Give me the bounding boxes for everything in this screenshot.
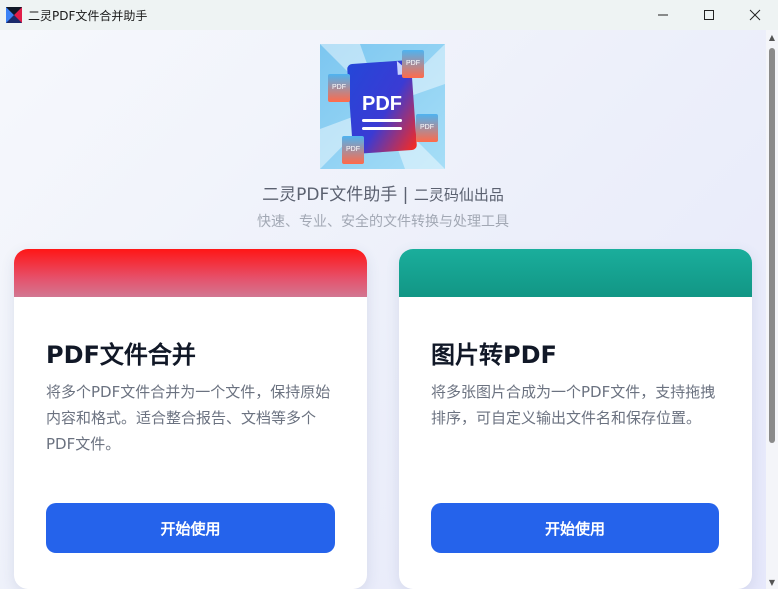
svg-text:PDF: PDF: [406, 60, 420, 67]
title-bar: 二灵PDF文件合并助手: [0, 0, 778, 30]
scroll-up-arrow-icon[interactable]: ▲: [768, 34, 776, 42]
svg-text:PDF: PDF: [346, 146, 360, 153]
svg-text:PDF: PDF: [420, 124, 434, 131]
minimize-icon: [658, 14, 668, 16]
app-title: 二灵PDF文件助手 | 二灵码仙出品: [0, 180, 766, 205]
card-description: 将多张图片合成为一个PDF文件，支持拖拽排序，可自定义输出文件名和保存位置。: [431, 383, 716, 427]
window-title: 二灵PDF文件合并助手: [28, 8, 148, 23]
main-content: PDF PDF PDF PDF PDF 二灵PDF文件助手 | 二灵码仙出品 快…: [0, 30, 766, 589]
image-to-pdf-card: 图片转PDF 将多张图片合成为一个PDF文件，支持拖拽排序，可自定义输出文件名和…: [399, 249, 752, 589]
close-button[interactable]: [732, 0, 778, 30]
close-icon: [749, 9, 761, 21]
card-title: 图片转PDF: [431, 341, 557, 369]
maximize-icon: [704, 10, 714, 20]
card-title: PDF文件合并: [46, 341, 196, 369]
svg-text:PDF: PDF: [332, 84, 346, 91]
minimize-button[interactable]: [640, 0, 686, 30]
card-description: 将多个PDF文件合并为一个文件，保持原始内容和格式。适合整合报告、文档等多个PD…: [46, 383, 331, 453]
image-to-pdf-start-button[interactable]: 开始使用: [431, 503, 719, 553]
card-header-band: [14, 249, 367, 297]
scroll-down-arrow-icon[interactable]: ▼: [768, 579, 776, 587]
window-controls: [640, 0, 778, 30]
pdf-merge-start-button[interactable]: 开始使用: [46, 503, 335, 553]
publisher-label: 二灵码仙出品: [413, 186, 504, 204]
card-header-band: [399, 249, 752, 297]
app-logo-icon: [6, 7, 22, 23]
title-separator: |: [397, 185, 414, 205]
vertical-scrollbar[interactable]: ▲ ▼: [766, 30, 778, 589]
pdf-merge-card: PDF文件合并 将多个PDF文件合并为一个文件，保持原始内容和格式。适合整合报告…: [14, 249, 367, 589]
tagline: 快速、专业、安全的文件转换与处理工具: [257, 214, 509, 230]
svg-text:PDF: PDF: [362, 93, 402, 115]
scrollbar-thumb[interactable]: [769, 48, 775, 443]
maximize-button[interactable]: [686, 0, 732, 30]
app-name: 二灵PDF文件助手: [262, 185, 398, 205]
app-logo: PDF PDF PDF PDF PDF: [320, 44, 445, 169]
